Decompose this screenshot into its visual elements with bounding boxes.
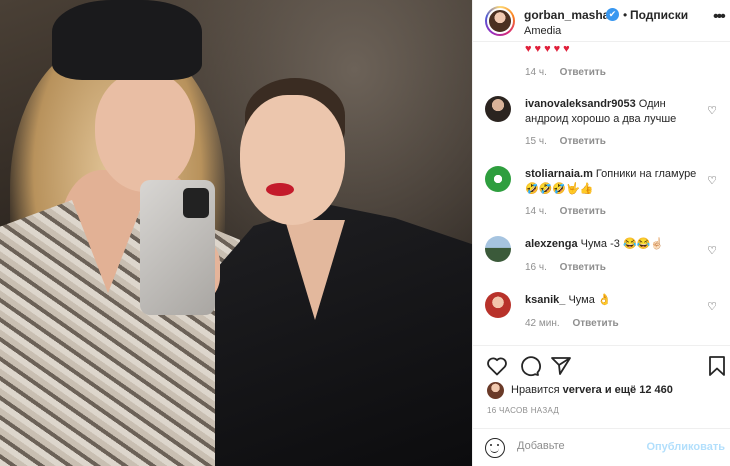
emoji-smiley-icon[interactable]: [485, 438, 505, 458]
post-timestamp[interactable]: 16 ЧАСОВ НАЗАД: [487, 406, 559, 415]
comment-text: ivanovaleksandr9053 Один андроид хорошо …: [525, 97, 705, 127]
reply-button[interactable]: Ответить: [560, 136, 606, 147]
likes-prefix: Нравится: [511, 384, 560, 396]
comment-icon[interactable]: [517, 354, 541, 378]
liker-username[interactable]: ververa: [563, 384, 602, 396]
commenter-avatar[interactable]: [485, 236, 511, 262]
reply-button[interactable]: Ответить: [560, 206, 606, 217]
following-button[interactable]: Подписки: [630, 8, 688, 22]
comment-body: Чума -3 😂😂☝🏻: [580, 238, 665, 250]
post-side-panel: gorban_masha ✔ • Подписки Amedia ••• ♥♥♥…: [472, 0, 730, 466]
post-header: gorban_masha ✔ • Подписки Amedia •••: [473, 0, 730, 42]
comment-meta: 16 ч. Ответить: [525, 262, 606, 273]
save-bookmark-icon[interactable]: [705, 354, 729, 378]
verified-badge-icon: ✔: [606, 8, 619, 21]
likes-summary: Нравится ververa и ещё 12 460: [473, 380, 730, 402]
reply-button[interactable]: Ответить: [560, 67, 606, 78]
photo-phone-camera: [183, 188, 209, 218]
comment-text: alexzenga Чума -3 😂😂☝🏻: [525, 237, 705, 252]
comment-meta: 42 мин. Ответить: [525, 318, 619, 329]
like-comment-heart-icon[interactable]: ♡: [707, 300, 717, 313]
liker-avatar[interactable]: [487, 382, 504, 399]
more-options-icon[interactable]: •••: [713, 8, 726, 26]
publish-button[interactable]: Опубликовать: [646, 441, 725, 453]
comment-text: stoliarnaia.m Гопники на гламуре 🤣🤣🤣🤟👍: [525, 167, 705, 197]
like-comment-heart-icon[interactable]: ♡: [707, 244, 717, 257]
add-comment-input[interactable]: [517, 440, 667, 452]
photo-red-lips: [266, 183, 294, 196]
header-separator: •: [623, 8, 628, 22]
share-icon[interactable]: [549, 354, 573, 378]
like-heart-icon[interactable]: [485, 354, 509, 378]
comment-time: 15 ч.: [525, 136, 547, 147]
like-comment-heart-icon[interactable]: ♡: [707, 174, 717, 187]
commenter-avatar[interactable]: [485, 96, 511, 122]
photo-person-right-face: [240, 95, 345, 225]
comment-meta: 14 ч. Ответить: [525, 206, 606, 217]
post-actions-bar: [473, 345, 730, 383]
comment-meta: 15 ч. Ответить: [525, 136, 606, 147]
comment-time: 16 ч.: [525, 262, 547, 273]
comment-meta: 14 ч. Ответить: [525, 67, 606, 78]
reply-button[interactable]: Ответить: [560, 262, 606, 273]
commenter-avatar[interactable]: [485, 292, 511, 318]
photo-cap: [52, 0, 202, 80]
post-location[interactable]: Amedia: [524, 25, 561, 37]
comments-list[interactable]: ♥♥♥♥♥ 14 ч. Ответить ivanovaleksandr9053…: [473, 43, 730, 345]
like-comment-heart-icon[interactable]: ♡: [707, 104, 717, 117]
post-photo[interactable]: [0, 0, 472, 466]
add-comment-bar: Опубликовать: [473, 428, 730, 466]
comment-time: 14 ч.: [525, 67, 547, 78]
commenter-avatar[interactable]: [485, 166, 511, 192]
likes-text: Нравится ververa и ещё 12 460: [511, 384, 673, 396]
commenter-username[interactable]: ivanovaleksandr9053: [525, 98, 636, 110]
comment-body: Чума 👌: [568, 294, 612, 306]
comment-time: 14 ч.: [525, 206, 547, 217]
commenter-username[interactable]: stoliarnaia.m: [525, 168, 593, 180]
author-username[interactable]: gorban_masha: [524, 8, 609, 22]
commenter-username[interactable]: ksanik_: [525, 294, 565, 306]
photo-leather-jacket: [215, 205, 472, 466]
commenter-username[interactable]: alexzenga: [525, 238, 578, 250]
author-avatar[interactable]: [485, 6, 515, 36]
comment-text: ksanik_ Чума 👌: [525, 293, 705, 308]
photo-person-left-face: [95, 72, 195, 192]
likes-count[interactable]: и ещё 12 460: [605, 384, 673, 396]
reply-button[interactable]: Ответить: [572, 318, 618, 329]
comment-time: 42 мин.: [525, 318, 560, 329]
comment-hearts-emoji: ♥♥♥♥♥: [525, 43, 573, 55]
